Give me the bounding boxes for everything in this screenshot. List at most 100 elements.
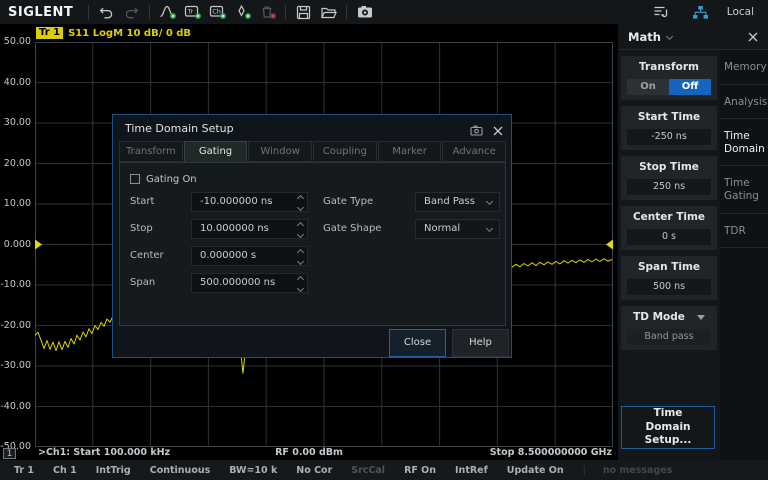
svg-text:Ch: Ch: [212, 8, 221, 16]
open-file-button[interactable]: [316, 2, 341, 22]
span-time-panel: Span Time 500 ns: [621, 256, 717, 300]
help-button[interactable]: Help: [452, 329, 509, 357]
tab-transform[interactable]: Transform: [119, 141, 183, 162]
close-icon: [493, 126, 503, 136]
transform-on-button[interactable]: On: [627, 79, 669, 95]
span-spinner[interactable]: [298, 277, 303, 291]
stop-field[interactable]: 10.000000 ns: [191, 219, 308, 239]
y-tick-label: 50.00: [0, 36, 31, 47]
add-channel-button[interactable]: Ch: [205, 2, 230, 22]
transform-panel: Transform On Off: [621, 56, 717, 100]
triangle-down-icon: [697, 315, 705, 320]
nav-item-analysis[interactable]: Analysis: [720, 85, 768, 120]
td-mode-value[interactable]: Band pass: [627, 329, 711, 345]
toolbar-divider: [88, 5, 89, 20]
y-tick-label: -20.00: [0, 320, 31, 331]
nav-item-time-domain[interactable]: Time Domain: [720, 119, 768, 166]
network-status-button[interactable]: [688, 2, 713, 22]
system-menu-icon: [652, 4, 670, 20]
sidebar-close-button[interactable]: [748, 27, 758, 46]
status-sweep-mode[interactable]: Continuous: [150, 465, 211, 476]
gate-type-value: Band Pass: [424, 196, 475, 207]
stop-spinner[interactable]: [298, 223, 303, 237]
sidebar-controls: Transform On Off Start Time -250 ns Stop…: [621, 56, 717, 356]
gate-shape-label: Gate Shape: [308, 223, 415, 234]
tab-coupling[interactable]: Coupling: [313, 141, 377, 162]
system-menu-button[interactable]: [649, 2, 674, 22]
dialog-close-button[interactable]: [493, 121, 503, 140]
gate-type-label: Gate Type: [308, 196, 415, 207]
menu-title[interactable]: Math: [628, 30, 661, 44]
status-correction[interactable]: No Cor: [296, 465, 332, 476]
start-field-value: -10.000000 ns: [200, 196, 272, 207]
add-marker-button[interactable]: [230, 2, 255, 22]
tab-advance[interactable]: Advance: [442, 141, 506, 162]
toolbar: SIGLENT Tr: [0, 0, 768, 24]
add-marker-icon: [234, 4, 252, 20]
toolbar-divider: [149, 5, 150, 20]
trace-params-label: S11 LogM 10 dB/ 0 dB: [68, 28, 191, 39]
gate-type-select[interactable]: Band Pass: [415, 192, 500, 212]
nav-item-time-gating[interactable]: Time Gating: [720, 166, 768, 213]
undo-button[interactable]: [94, 2, 119, 22]
start-spinner[interactable]: [298, 196, 303, 210]
span-time-value[interactable]: 500 ns: [627, 279, 711, 295]
add-trace-button[interactable]: Tr: [180, 2, 205, 22]
add-channel-icon: Ch: [209, 4, 227, 20]
nav-item-tdr[interactable]: TDR: [720, 214, 768, 249]
gating-tab-panel: Gating On Start -10.000000 ns Gate Type …: [119, 162, 506, 326]
time-domain-setup-button[interactable]: Time Domain Setup...: [621, 406, 715, 449]
start-field[interactable]: -10.000000 ns: [191, 192, 308, 212]
channel-indicator[interactable]: 1: [3, 448, 16, 459]
tab-window[interactable]: Window: [248, 141, 312, 162]
transform-off-button[interactable]: Off: [669, 79, 711, 95]
y-tick-label: 0.000: [0, 239, 31, 250]
trace-header[interactable]: Tr 1 S11 LogM 10 dB/ 0 dB: [36, 27, 191, 39]
center-spinner[interactable]: [298, 250, 303, 264]
add-measurement-button[interactable]: [155, 2, 180, 22]
save-button[interactable]: [291, 2, 316, 22]
trace-number-badge[interactable]: Tr 1: [36, 27, 63, 39]
center-field-label: Center: [130, 250, 191, 261]
gating-on-checkbox[interactable]: [130, 174, 140, 184]
vna-screen: SIGLENT Tr: [0, 0, 768, 480]
close-button[interactable]: Close: [389, 329, 446, 357]
chevron-down-icon: [486, 224, 493, 231]
save-icon: [295, 5, 312, 20]
open-folder-icon: [320, 5, 338, 20]
center-time-value[interactable]: 0 s: [627, 229, 711, 245]
stop-field-label: Stop: [130, 223, 191, 234]
dialog-screenshot-button[interactable]: [470, 121, 483, 140]
nav-item-memory[interactable]: Memory: [720, 50, 768, 85]
center-field[interactable]: 0.000000 s: [191, 246, 308, 266]
gate-shape-select[interactable]: Normal: [415, 219, 500, 239]
status-reference[interactable]: IntRef: [455, 465, 488, 476]
add-trace-icon: Tr: [184, 4, 202, 20]
sidebar-header: Math: [618, 24, 768, 50]
siglent-logo: SIGLENT: [8, 5, 73, 20]
status-update[interactable]: Update On: [507, 465, 564, 476]
tab-marker[interactable]: Marker: [378, 141, 442, 162]
y-tick-label: 10.00: [0, 198, 31, 209]
toolbar-right: Local: [649, 2, 768, 22]
control-mode-label[interactable]: Local: [727, 6, 754, 18]
status-srccal[interactable]: SrcCal: [351, 465, 385, 476]
status-bar: Tr 1 Ch 1 IntTrig Continuous BW=10 k No …: [0, 460, 768, 480]
math-sidebar: Math Transform On Off Start Time -250 ns: [618, 24, 768, 460]
td-mode-label[interactable]: TD Mode: [633, 311, 685, 323]
status-trigger[interactable]: IntTrig: [96, 465, 131, 476]
sidebar-nav: Memory Analysis Time Domain Time Gating …: [720, 50, 768, 460]
redo-icon: [123, 5, 140, 20]
start-time-value[interactable]: -250 ns: [627, 129, 711, 145]
status-trace[interactable]: Tr 1: [14, 465, 34, 476]
status-channel[interactable]: Ch 1: [53, 465, 77, 476]
span-field[interactable]: 500.000000 ns: [191, 273, 308, 293]
redo-button[interactable]: [119, 2, 144, 22]
tab-gating[interactable]: Gating: [184, 141, 248, 162]
stop-time-value[interactable]: 250 ns: [627, 179, 711, 195]
status-bandwidth[interactable]: BW=10 k: [229, 465, 277, 476]
delete-button[interactable]: [255, 2, 280, 22]
screenshot-button[interactable]: [352, 2, 377, 22]
toolbar-divider: [285, 5, 286, 20]
status-rf[interactable]: RF On: [404, 465, 436, 476]
